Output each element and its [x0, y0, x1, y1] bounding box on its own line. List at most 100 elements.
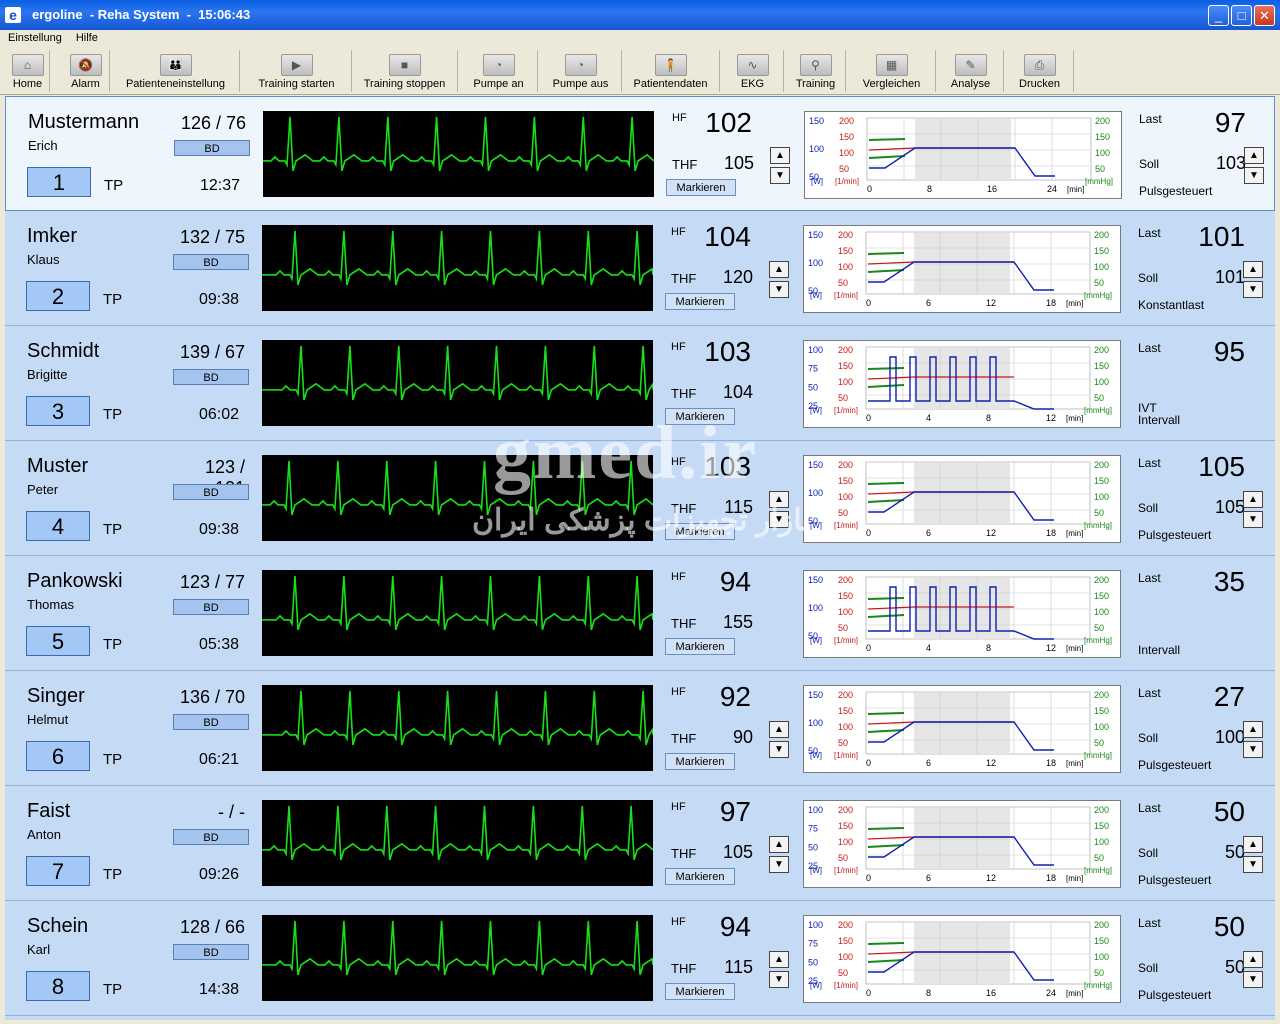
toolbar-button-analyse[interactable]: ✎ Analyse — [938, 50, 1004, 92]
thf-up-arrow-button[interactable]: ▲ — [770, 147, 790, 164]
markieren-button[interactable]: Markieren — [665, 983, 735, 1000]
bd-button[interactable]: BD — [173, 944, 249, 960]
toolbar-button-drucken[interactable]: ⎙ Drucken — [1006, 50, 1074, 92]
patient-row[interactable]: Singer Helmut 136 / 70 BD 6 TP 06:21 HF 92 THF 90 M… — [5, 671, 1275, 786]
close-button[interactable]: ✕ — [1254, 5, 1275, 26]
toolbar-button-training-starten[interactable]: ▶ Training starten — [242, 50, 352, 92]
bp-systolic-trend — [867, 942, 905, 945]
soll-label: Soll — [1138, 846, 1159, 860]
minimize-button[interactable]: _ — [1208, 5, 1229, 26]
soll-down-arrow-button[interactable]: ▼ — [1244, 167, 1264, 184]
soll-up-arrow-button[interactable]: ▲ — [1243, 951, 1263, 968]
soll-down-arrow-button[interactable]: ▼ — [1243, 741, 1263, 758]
soll-down-arrow-button[interactable]: ▼ — [1243, 856, 1263, 873]
thf-down-arrow-button[interactable]: ▼ — [769, 971, 789, 988]
soll-down-arrow-button[interactable]: ▼ — [1243, 971, 1263, 988]
toolbar-button-pumpe-an[interactable]: ◔ Pumpe an — [460, 50, 538, 92]
toolbar-button-ekg[interactable]: ∿ EKG — [722, 50, 784, 92]
patient-row[interactable]: Mustermann Erich 126 / 76 BD 1 TP 12:37 HF 102 TH… — [5, 96, 1275, 211]
bp-tick-label: 100 — [1094, 377, 1109, 387]
toolbar: ⌂ Home 🔕 Alarm 👪 Patienteneinstellung ▶ Trainin… — [0, 48, 1280, 95]
toolbar-button-pumpe-aus[interactable]: ◔ Pumpe aus — [540, 50, 622, 92]
patient-number-button[interactable]: 2 — [26, 281, 90, 311]
toolbar-button-training-stoppen[interactable]: ■ Training stoppen — [352, 50, 458, 92]
thf-down-arrow-button[interactable]: ▼ — [769, 281, 789, 298]
toolbar-button-patientendaten[interactable]: 🧍 Patientendaten — [622, 50, 720, 92]
soll-up-arrow-button[interactable]: ▲ — [1243, 836, 1263, 853]
patient-number-button[interactable]: 3 — [26, 396, 90, 426]
soll-up-arrow-button[interactable]: ▲ — [1243, 261, 1263, 278]
load-tick-label: 150 — [808, 230, 823, 240]
bd-button[interactable]: BD — [173, 254, 249, 270]
thf-value: 90 — [732, 727, 753, 747]
toolbar-button-training[interactable]: ⚲ Training — [786, 50, 846, 92]
thf-up-arrow-button[interactable]: ▲ — [769, 721, 789, 738]
training-time: 06:21 — [198, 751, 239, 768]
patient-number-button[interactable]: 7 — [26, 856, 90, 886]
tp-label: TP — [104, 177, 124, 194]
thf-down-arrow-button[interactable]: ▼ — [770, 167, 790, 184]
thf-down-arrow-button[interactable]: ▼ — [769, 856, 789, 873]
soll-down-arrow-button[interactable]: ▼ — [1243, 281, 1263, 298]
bd-button[interactable]: BD — [174, 140, 250, 156]
ecg-trace — [262, 345, 653, 401]
tp-label: TP — [103, 751, 123, 768]
load-tick-label: 100 — [808, 258, 823, 268]
bp-tick-label: 200 — [1094, 690, 1109, 700]
bp-tick-label: 150 — [1094, 936, 1109, 946]
thf-value: 105 — [722, 842, 753, 862]
pulse-tick-label: 50 — [838, 623, 848, 633]
toolbar-button-home[interactable]: ⌂ Home — [6, 50, 50, 92]
markieren-button[interactable]: Markieren — [665, 638, 735, 655]
bd-button[interactable]: BD — [173, 714, 249, 730]
patient-number-button[interactable]: 6 — [26, 741, 90, 771]
bp-tick-label: 100 — [1094, 607, 1109, 617]
markieren-button[interactable]: Markieren — [666, 179, 736, 196]
time-tick-label: 24 — [1047, 184, 1057, 194]
bd-button[interactable]: BD — [173, 599, 249, 615]
cuff-pump-off-icon: ◔ — [564, 54, 597, 76]
time-tick-label: 6 — [926, 758, 931, 768]
toolbar-button-patienteneinstellung[interactable]: 👪 Patienteneinstellung — [112, 50, 240, 92]
last-value: 97 — [1214, 107, 1246, 138]
bp-tick-label: 150 — [1094, 821, 1109, 831]
markieren-button[interactable]: Markieren — [665, 868, 735, 885]
training-time: 09:26 — [198, 866, 239, 883]
toolbar-label: Patienteneinstellung — [125, 78, 226, 90]
last-label: Last — [1138, 571, 1161, 585]
thf-up-arrow-button[interactable]: ▲ — [769, 836, 789, 853]
patient-number-button[interactable]: 4 — [26, 511, 90, 541]
bd-button[interactable]: BD — [173, 369, 249, 385]
bd-button[interactable]: BD — [173, 484, 249, 500]
patient-row[interactable]: Schein Karl 128 / 66 BD 8 TP 14:38 HF 94 THF 115 Ma… — [5, 901, 1275, 1016]
thf-up-arrow-button[interactable]: ▲ — [769, 261, 789, 278]
soll-up-arrow-button[interactable]: ▲ — [1244, 147, 1264, 164]
maximize-button[interactable]: □ — [1231, 5, 1252, 26]
soll-label: Soll — [1139, 157, 1160, 171]
soll-up-arrow-button[interactable]: ▲ — [1243, 721, 1263, 738]
stop-icon: ■ — [388, 54, 421, 76]
thf-up-arrow-button[interactable]: ▲ — [769, 951, 789, 968]
patient-row[interactable]: Faist Anton - / - BD 7 TP 09:26 HF 97 THF 105 Marki… — [5, 786, 1275, 901]
menu-hilfe[interactable]: Hilfe — [68, 30, 104, 44]
soll-up-arrow-button[interactable]: ▲ — [1243, 491, 1263, 508]
toolbar-button-alarm[interactable]: 🔕 Alarm — [62, 50, 110, 92]
pulse-tick-label: 50 — [838, 393, 848, 403]
ecg-waveform — [262, 685, 653, 771]
patient-number-button[interactable]: 5 — [26, 626, 90, 656]
menu-einstellung[interactable]: Einstellung — [0, 30, 68, 44]
toolbar-button-vergleichen[interactable]: ▦ Vergleichen — [848, 50, 936, 92]
training-trend-plot: 150 100 50 200 150 100 50 200 150 100 50 0 4 8 12 [W] [1… — [803, 570, 1121, 658]
pulse-tick-label: 150 — [838, 936, 853, 946]
bd-button[interactable]: BD — [173, 829, 249, 845]
markieren-button[interactable]: Markieren — [665, 293, 735, 310]
patient-row[interactable]: Imker Klaus 132 / 75 BD 2 TP 09:38 HF 104 THF 120 M… — [5, 211, 1275, 326]
patient-row[interactable]: Pankowski Thomas 123 / 77 BD 5 TP 05:38 HF 94 THF… — [5, 556, 1275, 671]
bp-tick-label: 150 — [1094, 361, 1109, 371]
thf-down-arrow-button[interactable]: ▼ — [769, 741, 789, 758]
soll-down-arrow-button[interactable]: ▼ — [1243, 511, 1263, 528]
markieren-button[interactable]: Markieren — [665, 753, 735, 770]
patient-number-button[interactable]: 1 — [27, 167, 91, 197]
patient-number-button[interactable]: 8 — [26, 971, 90, 1001]
hf-value: 104 — [704, 221, 751, 252]
